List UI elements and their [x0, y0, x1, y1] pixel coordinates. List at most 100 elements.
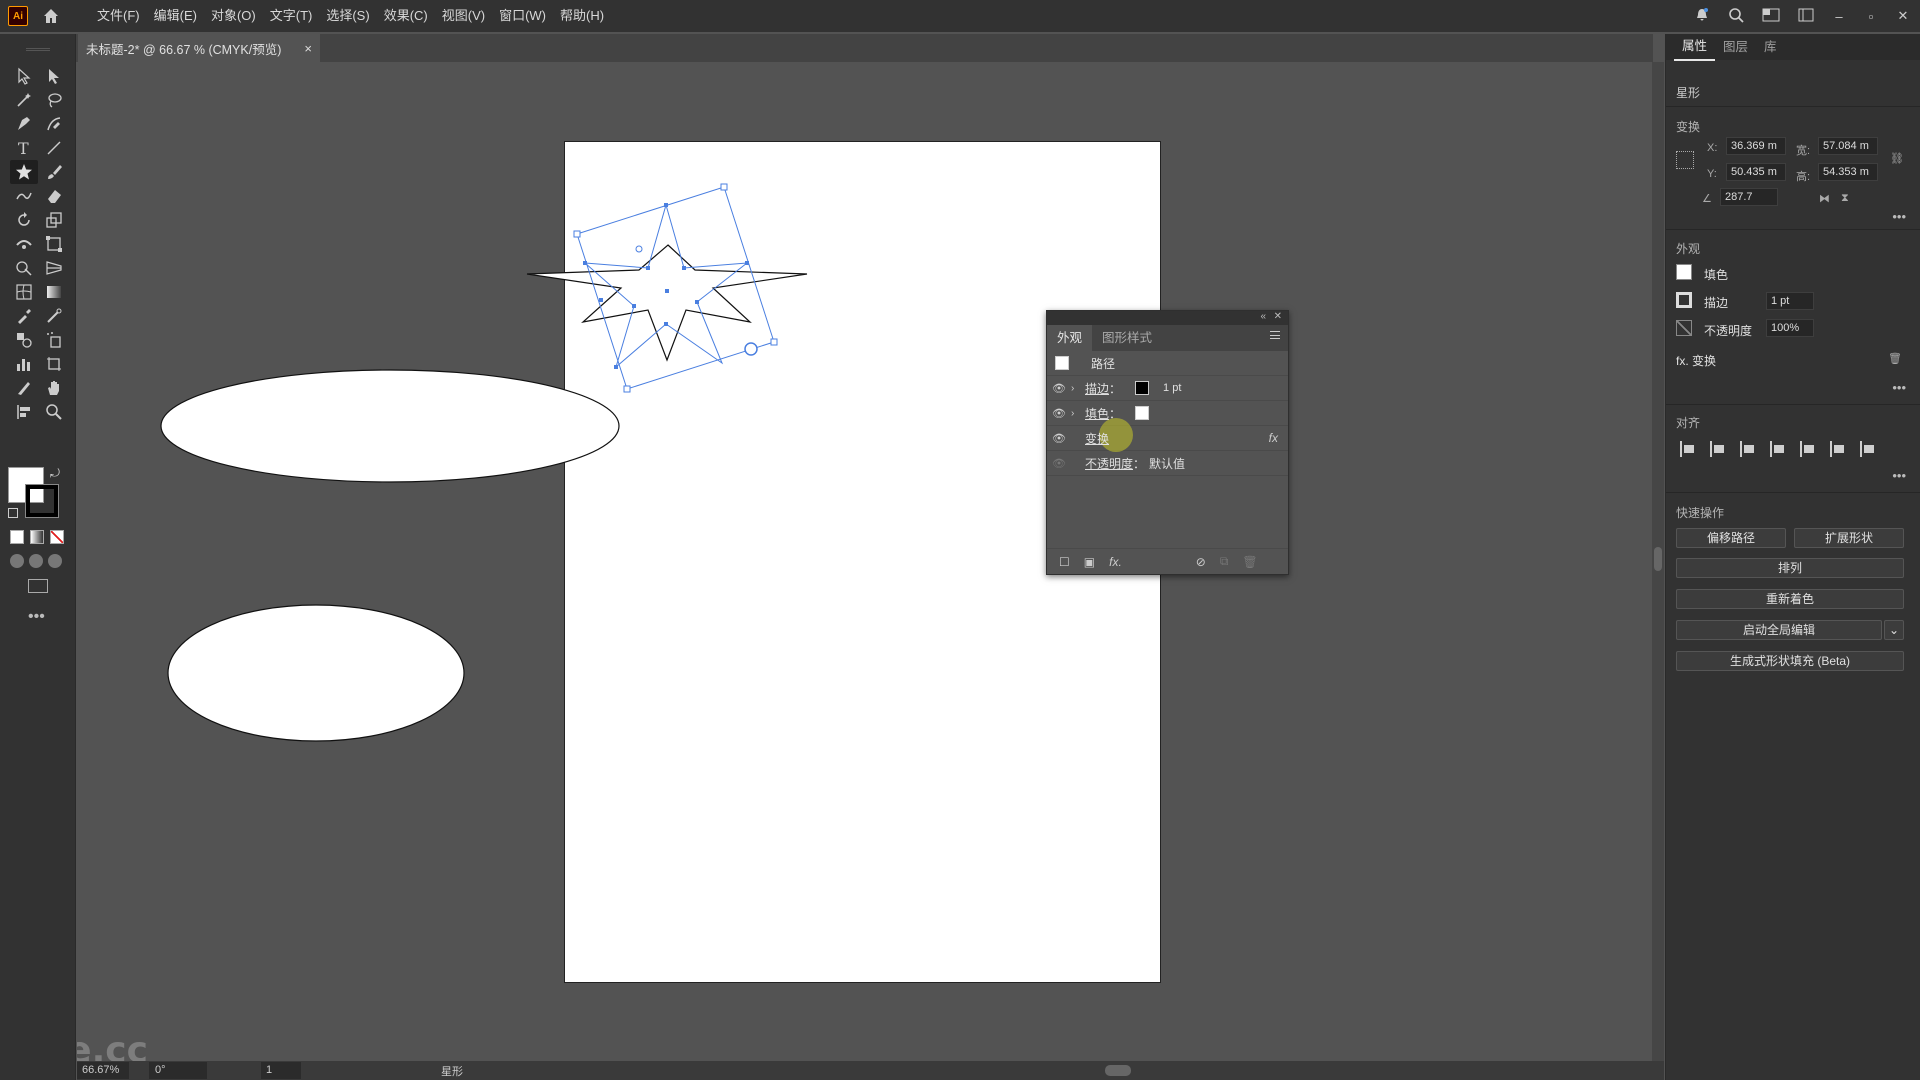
scale-tool-icon[interactable] [40, 208, 68, 232]
align-bottom-icon[interactable] [1860, 441, 1878, 457]
visibility-eye-icon[interactable]: 👁 [1047, 432, 1071, 445]
fill-label[interactable]: 填色 [1085, 407, 1109, 421]
direct-selection-tool-icon[interactable] [40, 64, 68, 88]
fx-transform-effect[interactable]: fx. 变换 [1676, 352, 1716, 369]
shape-builder-tool-icon[interactable] [10, 256, 38, 280]
draw-inside-icon[interactable] [48, 554, 62, 568]
selection-tool-icon[interactable] [10, 64, 38, 88]
gradient-tool-icon[interactable] [40, 280, 68, 304]
constrain-proportions-icon[interactable]: ⛓ [1890, 152, 1904, 165]
slice-tool-icon[interactable] [10, 376, 38, 400]
zoom-level-field[interactable]: 66.67% [77, 1062, 129, 1079]
column-graph-tool-icon[interactable] [10, 352, 38, 376]
maximize-icon[interactable]: ▫ [1864, 9, 1878, 24]
magic-wand-tool-icon[interactable] [10, 88, 38, 112]
menu-item[interactable]: 窗口(W) [492, 0, 553, 32]
flip-vertical-icon[interactable]: ⧗ [1841, 192, 1849, 205]
rotate-tool-icon[interactable] [10, 208, 38, 232]
stroke-label[interactable]: 描边 [1085, 382, 1109, 396]
eyedropper-tool-icon[interactable] [10, 304, 38, 328]
swap-fill-stroke-icon[interactable]: ⤾ [50, 466, 60, 481]
artboard-number-field[interactable]: 1 [261, 1062, 301, 1079]
x-input[interactable]: 36.369 m [1726, 137, 1786, 155]
generative-shape-fill-button[interactable]: 生成式形状填充 (Beta) [1676, 651, 1904, 671]
zoom-tool-icon[interactable] [40, 400, 68, 424]
start-global-edit-button[interactable]: 启动全局编辑 [1676, 620, 1882, 640]
gradient-mode-icon[interactable] [30, 530, 44, 544]
canvas-area[interactable]: « ✕ 外观 图形样式 路径 👁 › 描边： 1 pt 👁 › 填色： 👁 变换… [77, 62, 1652, 1061]
stroke-color-swatch[interactable] [25, 484, 59, 518]
toolbar-grip[interactable] [26, 48, 50, 51]
blend-tool-icon[interactable] [10, 328, 38, 352]
align-tool-icon[interactable] [10, 400, 38, 424]
edit-toolbar-more-icon[interactable]: ••• [28, 608, 45, 626]
minimize-icon[interactable]: – [1832, 9, 1846, 24]
curvature-tool-icon[interactable] [40, 112, 68, 136]
more-options-icon[interactable]: ••• [1892, 209, 1906, 224]
recolor-button[interactable]: 重新着色 [1676, 589, 1904, 609]
visibility-eye-icon[interactable]: 👁 [1047, 382, 1071, 395]
fx-icon[interactable]: fx [1269, 431, 1278, 445]
mesh-tool-icon[interactable] [10, 280, 38, 304]
appearance-fill-row[interactable]: 👁 › 填色： [1047, 401, 1288, 426]
appearance-transform-row[interactable]: 👁 变换 fx [1047, 418, 1288, 452]
none-mode-icon[interactable] [50, 530, 64, 544]
horizontal-scrollbar-thumb[interactable] [1105, 1065, 1131, 1076]
draw-behind-icon[interactable] [29, 554, 43, 568]
menu-item[interactable]: 帮助(H) [553, 0, 611, 32]
add-effect-icon[interactable]: fx. [1109, 555, 1122, 569]
align-vertical-center-icon[interactable] [1830, 441, 1848, 457]
perspective-grid-tool-icon[interactable] [40, 256, 68, 280]
opacity-label[interactable]: 不透明度 [1085, 457, 1133, 471]
y-input[interactable]: 50.435 m [1726, 163, 1786, 181]
stroke-swatch[interactable] [1135, 381, 1150, 395]
add-new-fill-icon[interactable]: ▣ [1084, 555, 1095, 569]
more-options-icon[interactable]: ••• [1892, 468, 1906, 483]
star-tool-icon[interactable] [10, 160, 38, 184]
stroke-weight-value[interactable]: 1 pt [1163, 382, 1181, 394]
offset-path-button[interactable]: 偏移路径 [1676, 528, 1786, 548]
chevron-right-icon[interactable]: › [1071, 383, 1085, 394]
line-segment-tool-icon[interactable] [40, 136, 68, 160]
free-transform-tool-icon[interactable] [40, 232, 68, 256]
fill-swatch[interactable] [1135, 406, 1150, 420]
transform-effect-label[interactable]: 变换 [1085, 432, 1109, 446]
paintbrush-tool-icon[interactable] [40, 160, 68, 184]
chevron-right-icon[interactable]: › [1071, 408, 1085, 419]
tab-libraries[interactable]: 库 [1756, 34, 1785, 60]
lasso-tool-icon[interactable] [40, 88, 68, 112]
close-tab-icon[interactable]: × [304, 41, 312, 56]
reference-point-icon[interactable] [1676, 151, 1694, 169]
align-left-icon[interactable] [1710, 441, 1728, 457]
appearance-opacity-row[interactable]: 👁 不透明度： 默认值 [1047, 451, 1288, 476]
width-tool-icon[interactable] [10, 232, 38, 256]
arrange-button[interactable]: 排列 [1676, 558, 1904, 578]
home-icon[interactable] [40, 5, 62, 27]
screen-mode-icon[interactable] [28, 579, 48, 593]
align-to-selection-icon[interactable] [1680, 441, 1698, 457]
draw-normal-icon[interactable] [10, 554, 24, 568]
menu-item[interactable]: 选择(S) [319, 0, 376, 32]
tab-properties[interactable]: 属性 [1674, 33, 1716, 61]
tab-appearance[interactable]: 外观 [1047, 325, 1093, 351]
align-right-icon[interactable] [1770, 441, 1788, 457]
more-options-icon[interactable]: ••• [1892, 380, 1906, 395]
measure-tool-icon[interactable] [40, 304, 68, 328]
expand-shape-button[interactable]: 扩展形状 [1794, 528, 1904, 548]
notification-bell-icon[interactable] [1694, 7, 1710, 26]
appearance-stroke-row[interactable]: 👁 › 描边： 1 pt [1047, 376, 1288, 401]
document-tab[interactable]: 未标题-2* @ 66.67 % (CMYK/预览) × [78, 34, 320, 62]
workspace-switcher-icon[interactable] [1762, 8, 1780, 25]
arrange-documents-icon[interactable] [1798, 8, 1814, 25]
scrollbar-thumb[interactable] [1654, 547, 1662, 571]
shaper-tool-icon[interactable] [10, 184, 38, 208]
menu-item[interactable]: 效果(C) [377, 0, 435, 32]
tab-layers[interactable]: 图层 [1715, 34, 1756, 60]
artboard-tool-icon[interactable] [40, 352, 68, 376]
visibility-eye-icon[interactable]: 👁 [1047, 407, 1071, 420]
panel-menu-icon[interactable] [1270, 331, 1280, 339]
menu-item[interactable]: 对象(O) [204, 0, 263, 32]
menu-item[interactable]: 视图(V) [435, 0, 492, 32]
menu-item[interactable]: 文件(F) [90, 0, 147, 32]
vertical-scrollbar[interactable] [1652, 62, 1664, 1061]
